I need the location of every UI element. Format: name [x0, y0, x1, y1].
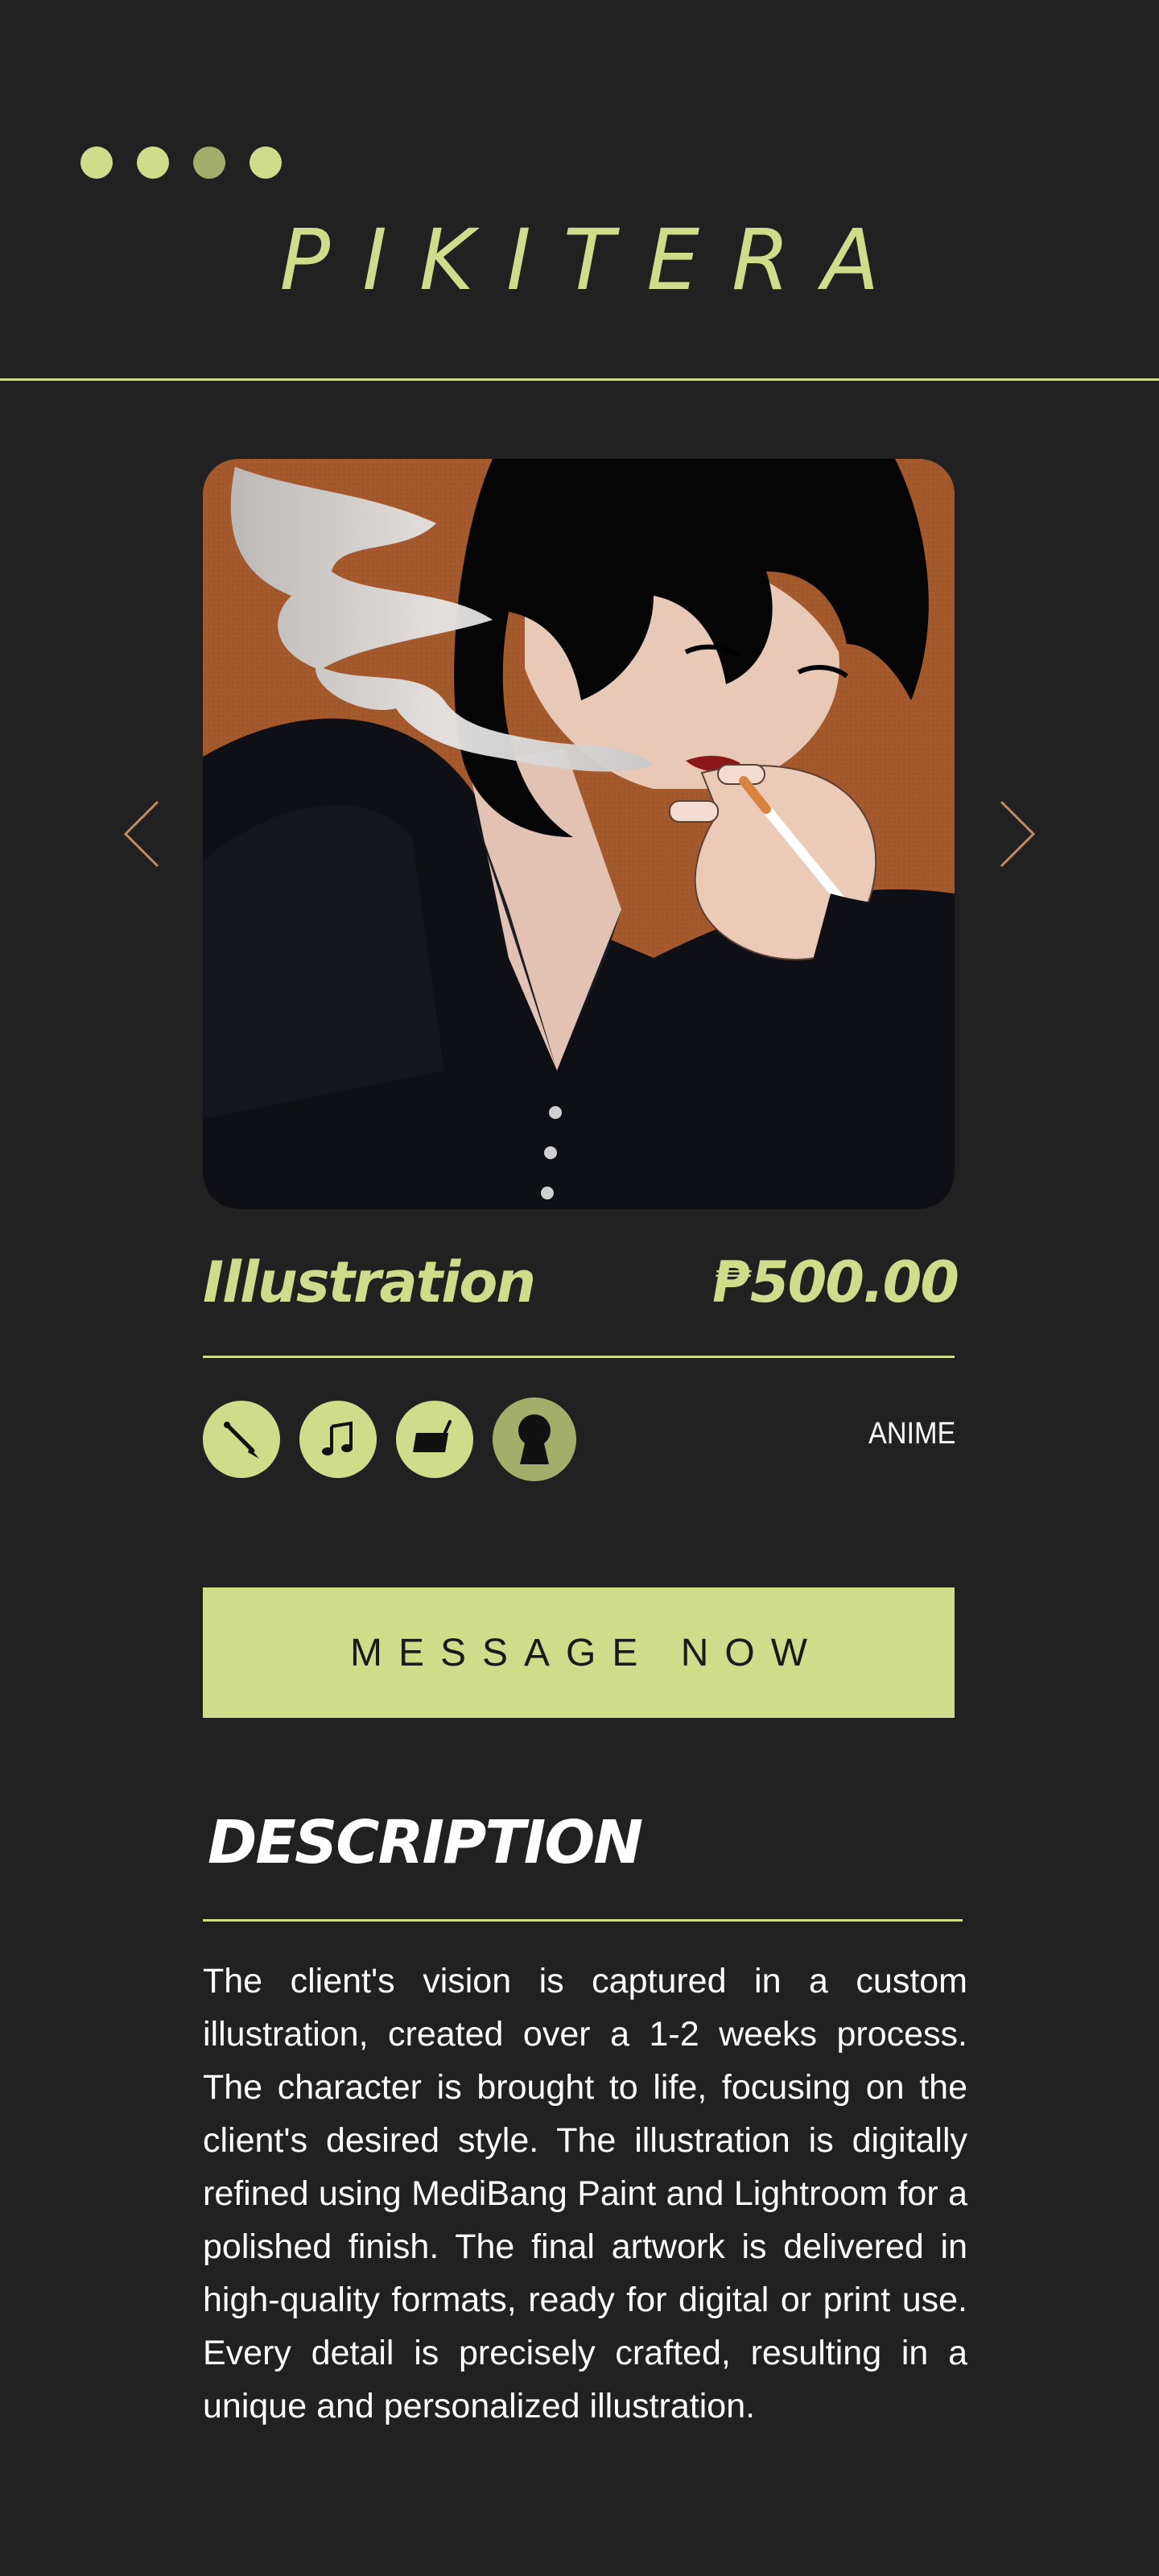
product-price: ₱500.00 — [712, 1249, 959, 1315]
product-title: Illustration — [203, 1249, 536, 1315]
message-now-button[interactable]: MESSAGE NOW — [203, 1587, 955, 1718]
paintbrush-icon — [203, 1401, 280, 1478]
title-divider — [203, 1356, 955, 1358]
music-note-icon — [299, 1401, 377, 1478]
genre-tag: ANIME — [868, 1417, 955, 1451]
carousel-dots — [80, 147, 282, 179]
description-heading: DESCRIPTION — [208, 1808, 643, 1877]
header-divider — [0, 378, 1159, 381]
brand-logo: PIKITERA — [279, 211, 912, 309]
description-body: The client's vision is captured in a cus… — [203, 1962, 967, 2425]
feature-icons — [203, 1397, 576, 1481]
person-icon — [493, 1397, 576, 1481]
carousel-dot-2[interactable] — [137, 147, 169, 179]
drawing-tablet-icon — [396, 1401, 473, 1478]
carousel-dot-3[interactable] — [193, 147, 225, 179]
description-divider — [203, 1919, 963, 1922]
carousel-dot-1[interactable] — [80, 147, 113, 179]
carousel-dot-4[interactable] — [250, 147, 282, 179]
carousel-prev-arrow-icon[interactable] — [122, 800, 163, 868]
product-artwork-image — [203, 459, 955, 1209]
carousel-next-arrow-icon[interactable] — [996, 800, 1037, 868]
